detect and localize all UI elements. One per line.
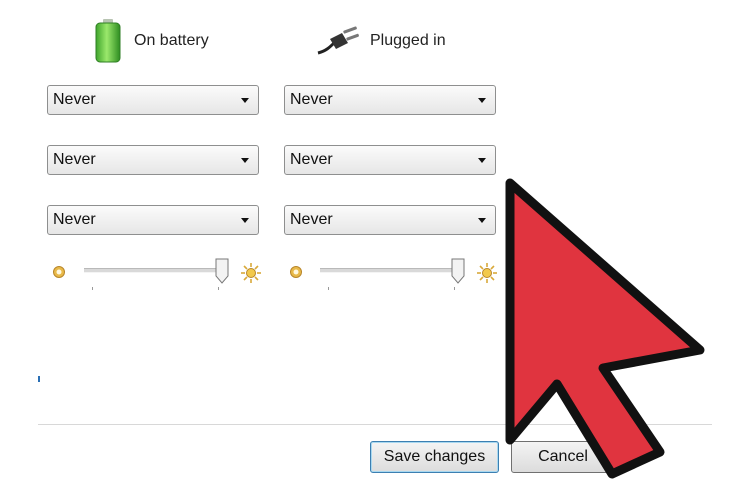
cancel-button[interactable]: Cancel [511,441,615,473]
chevron-down-icon [478,218,486,223]
chevron-down-icon [478,98,486,103]
on-battery-label: On battery [134,32,209,49]
sun-dim-icon [53,266,65,278]
plugged-in-label: Plugged in [370,32,446,49]
battery-setting-2-dropdown[interactable]: Never [47,145,259,175]
plugged-setting-2-dropdown[interactable]: Never [284,145,496,175]
battery-setting-3-dropdown[interactable]: Never [47,205,259,235]
chevron-down-icon [241,218,249,223]
battery-setting-2-value: Never [53,151,96,168]
battery-setting-3-value: Never [53,211,96,228]
battery-brightness-slider[interactable] [84,268,226,290]
chevron-down-icon [241,98,249,103]
plugged-brightness-slider[interactable] [320,268,462,290]
footer-divider [38,424,712,425]
slider-tick [454,287,455,290]
sun-bright-icon [241,263,261,283]
sun-dim-icon [290,266,302,278]
plugged-brightness-thumb[interactable] [451,258,465,284]
slider-tick [92,287,93,290]
plugged-in-header: Plugged in [316,18,446,64]
battery-setting-1-dropdown[interactable]: Never [47,85,259,115]
stray-mark [38,376,40,382]
plugged-setting-3-dropdown[interactable]: Never [284,205,496,235]
chevron-down-icon [241,158,249,163]
plugged-setting-3-value: Never [290,211,333,228]
plugged-setting-2-value: Never [290,151,333,168]
plugged-setting-1-value: Never [290,91,333,108]
power-plug-icon [317,26,359,55]
on-battery-header: On battery [92,18,209,64]
chevron-down-icon [478,158,486,163]
battery-brightness-thumb[interactable] [215,258,229,284]
save-changes-button[interactable]: Save changes [370,441,499,473]
cursor-arrow-icon [505,178,705,479]
battery-setting-1-value: Never [53,91,96,108]
slider-tick [218,287,219,290]
sun-bright-icon [477,263,497,283]
plugged-setting-1-dropdown[interactable]: Never [284,85,496,115]
slider-tick [328,287,329,290]
battery-icon [95,19,121,63]
